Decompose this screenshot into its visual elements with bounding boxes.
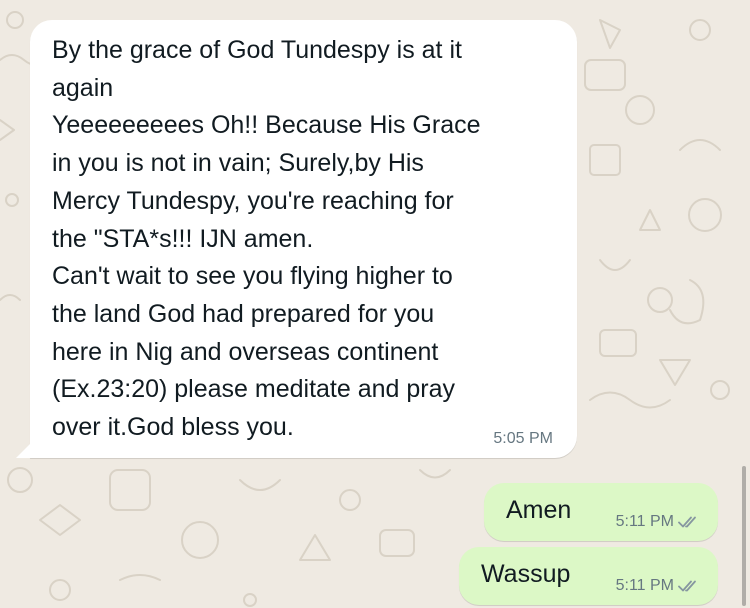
message-text: Amen — [506, 496, 572, 524]
scrollbar[interactable] — [742, 466, 746, 606]
message-meta: 5:11 PM — [616, 577, 700, 595]
message-meta: 5:11 PM — [616, 513, 700, 531]
bubble-tail — [16, 442, 32, 458]
message-timestamp: 5:11 PM — [615, 513, 674, 530]
message-timestamp: 5:05 PM — [493, 430, 553, 447]
message-text: By the grace of God Tundespy is at it ag… — [52, 36, 481, 442]
incoming-message-bubble[interactable]: By the grace of God Tundespy is at it ag… — [16, 20, 577, 458]
outgoing-message-bubble[interactable]: Amen 5:11 PM — [484, 483, 718, 541]
double-check-read-icon — [678, 515, 700, 529]
outgoing-message-bubble[interactable]: Wassup 5:11 PM — [459, 547, 718, 605]
message-text: Wassup — [481, 560, 571, 588]
message-timestamp: 5:11 PM — [615, 577, 674, 594]
double-check-read-icon — [678, 579, 700, 593]
